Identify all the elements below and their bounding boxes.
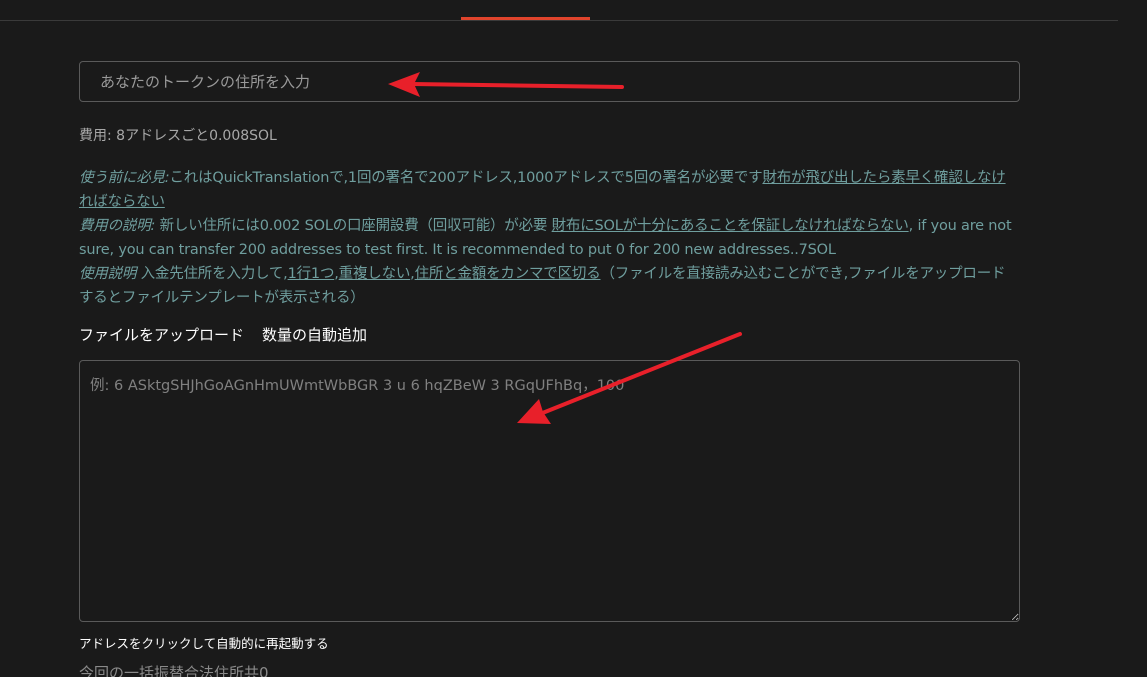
upload-file-button[interactable]: ファイルをアップロード — [79, 326, 244, 344]
usage-label: 使用説明 — [79, 266, 137, 282]
active-tab-indicator — [461, 17, 590, 20]
fee-text: 費用: 8アドレスごと0.008SOL — [79, 128, 277, 144]
auto-restart-link[interactable]: アドレスをクリックして自動的に再起動する — [79, 633, 329, 652]
upload-actions: ファイルをアップロード 数量の自動追加 — [79, 324, 385, 345]
no-duplicates-link[interactable]: 重複しない — [339, 266, 411, 282]
fee-explanation-label: 費用の説明: — [79, 218, 156, 234]
fee-explanation-text: 新しい住所には0.002 SOLの口座開設費（回収可能）が必要 — [155, 218, 552, 234]
auto-add-quantity-button[interactable]: 数量の自動追加 — [262, 326, 367, 344]
usage-text: 入金先住所を入力して, — [136, 266, 288, 282]
valid-address-count: 今回の一括振替合法住所共0 — [79, 664, 269, 677]
one-per-line-link[interactable]: 1行1つ — [288, 266, 335, 282]
page: 費用: 8アドレスごと0.008SOL 使う前に必見:これはQuickTrans… — [0, 0, 1147, 677]
address-list-textarea[interactable] — [79, 360, 1020, 622]
notice-block: 使う前に必見:これはQuickTranslationで,1回の署名で200アドレ… — [79, 166, 1019, 310]
sufficient-sol-link[interactable]: 財布にSOLが十分にあることを保証しなければならない — [552, 218, 909, 234]
comma-separate-link[interactable]: 住所と金額をカンマで区切る — [415, 266, 601, 282]
before-use-text: これはQuickTranslationで,1回の署名で200アドレス,1000ア… — [169, 170, 763, 186]
token-address-input[interactable] — [79, 61, 1020, 102]
before-use-label: 使う前に必見: — [79, 170, 170, 186]
